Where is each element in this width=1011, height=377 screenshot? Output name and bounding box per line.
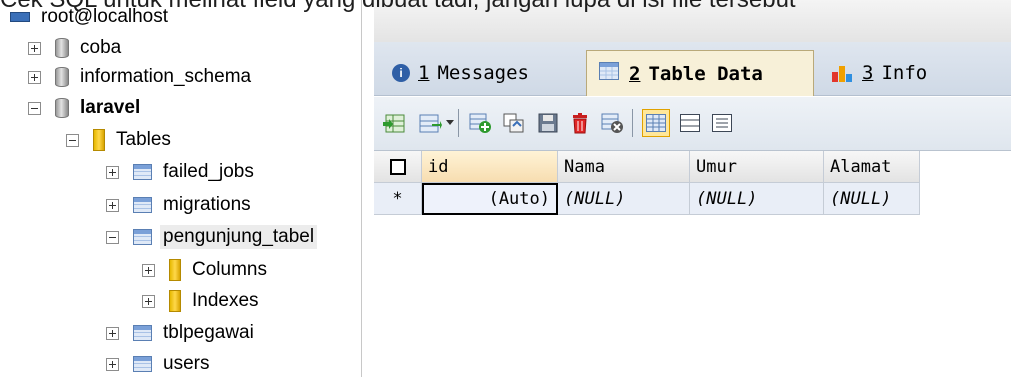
expand-plus-icon[interactable]: [142, 294, 155, 308]
table-row[interactable]: * (Auto) (NULL) (NULL) (NULL): [374, 183, 920, 215]
expand-plus-icon[interactable]: [28, 41, 41, 55]
collapse-minus-icon[interactable]: [106, 230, 119, 244]
tree-item-failed-jobs[interactable]: failed_jobs: [106, 157, 257, 187]
tree-item-label: users: [163, 353, 210, 374]
tab-label: Table Data: [648, 62, 763, 85]
grid-header-row: id Nama Umur Alamat: [374, 151, 920, 183]
tab-messages[interactable]: i 1 Messages: [380, 50, 541, 96]
info-chart-icon: [832, 64, 854, 82]
tree-item-label: laravel: [80, 97, 141, 118]
tab-number: 3: [862, 62, 874, 84]
tab-number: 2: [629, 62, 641, 85]
delete-trash-icon[interactable]: [566, 109, 594, 137]
tree-item-tblpegawai[interactable]: tblpegawai: [106, 318, 257, 348]
tab-label: Info: [881, 62, 928, 84]
tree-item-label: information_schema: [80, 66, 252, 87]
table-icon: [133, 356, 152, 372]
object-browser: root@localhost coba information_schema l…: [0, 0, 362, 377]
tab-number: 1: [418, 62, 430, 84]
tree-item-label: pengunjung_tabel: [160, 225, 318, 249]
document-caption: Cek SQL untuk melihat field yang dibuat …: [0, 0, 1011, 15]
tree-item-pengunjung-tabel[interactable]: pengunjung_tabel: [106, 222, 318, 252]
tab-info[interactable]: 3 Info: [820, 50, 939, 96]
table-icon: [133, 164, 152, 180]
tree-item-users[interactable]: users: [106, 349, 212, 377]
database-icon: [55, 98, 69, 118]
cell-nama[interactable]: (NULL): [558, 183, 690, 215]
export-icon[interactable]: [380, 109, 408, 137]
cancel-changes-icon[interactable]: [598, 109, 626, 137]
column-header-id[interactable]: id: [422, 151, 558, 183]
info-icon: i: [392, 64, 410, 82]
folder-icon: [169, 259, 181, 281]
expand-plus-icon[interactable]: [28, 70, 41, 84]
duplicate-row-icon[interactable]: [500, 109, 528, 137]
table-icon: [133, 229, 152, 245]
select-all-checkbox[interactable]: [389, 158, 406, 175]
toolbar-separator: [632, 109, 633, 137]
select-all-checkbox-cell[interactable]: [374, 151, 422, 183]
toolbar-separator: [458, 109, 459, 137]
tree-item-information-schema[interactable]: information_schema: [28, 62, 254, 92]
tree-item-label: coba: [80, 37, 122, 58]
tree-item-label: failed_jobs: [163, 161, 254, 182]
expand-plus-icon[interactable]: [142, 263, 155, 277]
tree-item-laravel[interactable]: laravel: [28, 93, 143, 123]
result-tabs: i 1 Messages 2 Table Data 3 Info: [374, 42, 1011, 96]
cell-umur[interactable]: (NULL): [690, 183, 824, 215]
tree-item-coba[interactable]: coba: [28, 33, 124, 63]
expand-plus-icon[interactable]: [106, 326, 119, 340]
tree-item-tables[interactable]: Tables: [66, 125, 174, 155]
table-icon: [133, 325, 152, 341]
folder-icon: [93, 129, 105, 151]
grid-view-icon[interactable]: [642, 109, 670, 137]
database-icon: [55, 38, 69, 58]
database-icon: [55, 67, 69, 87]
tree-item-label: Tables: [116, 129, 171, 150]
results-panel: i 1 Messages 2 Table Data 3 Info id Nama…: [374, 0, 1011, 377]
column-header-nama[interactable]: Nama: [558, 151, 690, 183]
tree-item-migrations[interactable]: migrations: [106, 190, 254, 220]
tree-item-indexes[interactable]: Indexes: [142, 286, 262, 316]
tree-item-columns[interactable]: Columns: [142, 255, 270, 285]
cell-id[interactable]: (Auto): [422, 183, 558, 215]
text-view-icon[interactable]: [708, 109, 736, 137]
column-header-alamat[interactable]: Alamat: [824, 151, 920, 183]
collapse-minus-icon[interactable]: [66, 133, 79, 147]
tree-item-label: migrations: [163, 194, 251, 215]
tab-label: Messages: [437, 62, 529, 84]
collapse-minus-icon[interactable]: [28, 101, 41, 115]
expand-plus-icon[interactable]: [106, 165, 119, 179]
insert-row-icon[interactable]: [466, 109, 494, 137]
row-marker: *: [374, 183, 422, 215]
table-icon: [133, 197, 152, 213]
tree-item-label: Columns: [192, 259, 267, 280]
form-view-icon[interactable]: [676, 109, 704, 137]
folder-icon: [169, 290, 181, 312]
import-icon[interactable]: [416, 109, 444, 137]
tab-table-data[interactable]: 2 Table Data: [586, 50, 814, 96]
column-header-umur[interactable]: Umur: [690, 151, 824, 183]
tree-item-label: tblpegawai: [163, 322, 254, 343]
save-icon[interactable]: [534, 109, 562, 137]
expand-plus-icon[interactable]: [106, 198, 119, 212]
grid-toolbar: [374, 97, 1011, 151]
cell-alamat[interactable]: (NULL): [824, 183, 920, 215]
expand-plus-icon[interactable]: [106, 357, 119, 371]
table-icon: [599, 62, 619, 85]
chevron-down-icon[interactable]: [446, 120, 454, 125]
tree-item-label: Indexes: [192, 290, 259, 311]
